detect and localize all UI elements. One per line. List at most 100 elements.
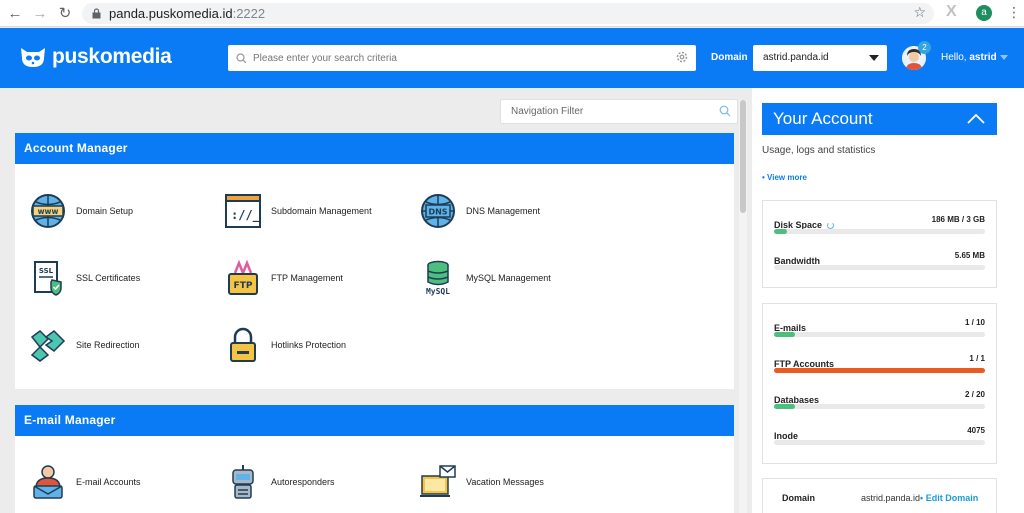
tile-label: Autoresponders <box>271 477 335 487</box>
mysql-database-icon: MySQL <box>419 259 457 297</box>
progress-fill <box>774 368 985 373</box>
progress-bar <box>774 229 985 234</box>
tile-autoresponders[interactable]: Autoresponders <box>224 463 335 501</box>
reload-icon[interactable]: ↻ <box>54 2 76 24</box>
url-port: :2222 <box>232 6 266 21</box>
view-more-link[interactable]: • View more <box>762 173 807 182</box>
svg-text:://_: ://_ <box>231 208 261 223</box>
loading-spinner-icon <box>827 222 835 229</box>
lock-icon <box>92 8 101 19</box>
stat-value: 2 / 20 <box>964 390 985 399</box>
url-host: panda.puskomedia.id <box>109 6 233 21</box>
stat-value: 186 MB / 3 GB <box>931 215 985 224</box>
address-bar[interactable]: panda.puskomedia.id:2222 ☆ <box>82 3 934 24</box>
tile-label: MySQL Management <box>466 273 551 283</box>
tile-dns-management[interactable]: DNS DNS Management <box>419 192 540 230</box>
brand-logo[interactable]: puskomedia <box>18 45 172 69</box>
tile-domain-setup[interactable]: www Domain Setup <box>29 192 133 230</box>
email-manager-title: E-mail Manager <box>15 405 734 436</box>
usage-box: Disk Space 186 MB / 3 GB Bandwidth 5.65 … <box>762 200 997 288</box>
email-manager-panel: E-mail Manager E-mail Accounts Autorespo… <box>15 405 734 513</box>
svg-text:FTP: FTP <box>234 281 253 291</box>
tile-label: Subdomain Management <box>271 206 372 216</box>
tile-email-accounts[interactable]: E-mail Accounts <box>29 463 141 501</box>
svg-text:www: www <box>38 207 59 216</box>
terminal-icon: ://_ <box>224 192 262 230</box>
browser-toolbar: ← → ↻ panda.puskomedia.id:2222 ☆ X a ⋮ <box>0 0 1024 27</box>
domain-info-row: Domain astrid.panda.id• Edit Domain <box>762 478 997 513</box>
brand-name: puskomedia <box>52 45 172 68</box>
greeting-prefix: Hello, <box>941 52 967 63</box>
progress-bar <box>774 265 985 270</box>
domain-info-value: astrid.panda.id• Edit Domain <box>861 493 978 503</box>
tile-ssl-certificates[interactable]: SSL SSL Certificates <box>29 259 140 297</box>
stat-emails: E-mails 1 / 10 <box>774 318 985 337</box>
search-icon <box>719 105 731 117</box>
domain-select[interactable]: astrid.panda.id <box>753 45 887 71</box>
caret-down-icon <box>869 55 879 61</box>
tile-label: DNS Management <box>466 206 541 216</box>
redirect-arrows-icon <box>29 326 67 364</box>
bookmark-star-icon[interactable]: ☆ <box>913 4 926 21</box>
tile-label: FTP Management <box>271 273 343 283</box>
stat-inode: Inode 4075 <box>774 426 985 445</box>
main-scrollbar-thumb[interactable] <box>740 100 746 213</box>
tile-label: Hotlinks Protection <box>271 340 347 350</box>
stat-disk-space: Disk Space 186 MB / 3 GB <box>774 215 985 234</box>
menu-kebab-icon[interactable]: ⋮ <box>1007 4 1021 21</box>
back-arrow-icon[interactable]: ← <box>4 2 26 24</box>
stat-value: 5.65 MB <box>954 251 985 260</box>
progress-bar <box>774 368 985 373</box>
stat-value: 4075 <box>967 426 985 435</box>
edit-domain-link[interactable]: • Edit Domain <box>920 493 978 503</box>
progress-fill <box>774 332 796 337</box>
ssl-certificate-icon: SSL <box>29 259 67 297</box>
tile-label: Site Redirection <box>76 340 140 350</box>
search-icon <box>236 52 247 63</box>
extension-x-icon[interactable]: X <box>946 3 957 21</box>
www-globe-icon: www <box>29 192 67 230</box>
chevron-up-icon[interactable] <box>967 114 985 124</box>
domain-info-name: astrid.panda.id <box>861 493 921 503</box>
navigation-filter-placeholder: Navigation Filter <box>511 106 584 117</box>
progress-bar <box>774 332 985 337</box>
progress-bar <box>774 440 985 445</box>
navigation-filter-input[interactable]: Navigation Filter <box>500 99 738 124</box>
greeting-user: astrid <box>969 52 997 63</box>
tile-label: Vacation Messages <box>466 477 544 487</box>
your-account-header[interactable]: Your Account <box>762 103 997 135</box>
panda-logo-icon <box>21 48 45 67</box>
gear-icon[interactable] <box>675 50 689 64</box>
tile-vacation-messages[interactable]: Vacation Messages <box>419 463 544 501</box>
progress-fill <box>774 229 787 234</box>
robot-icon <box>224 463 262 501</box>
domain-info-label: Domain <box>782 493 816 503</box>
svg-text:DNS: DNS <box>428 208 447 217</box>
svg-text:SSL: SSL <box>39 267 54 275</box>
tile-label: Domain Setup <box>76 206 134 216</box>
stat-bandwidth: Bandwidth 5.65 MB <box>774 251 985 270</box>
padlock-icon <box>224 326 262 364</box>
tile-subdomain-management[interactable]: ://_ Subdomain Management <box>224 192 372 230</box>
search-box[interactable] <box>228 45 696 71</box>
account-manager-panel: Account Manager www Domain Setup ://_ Su… <box>15 133 734 389</box>
email-user-icon <box>29 463 67 501</box>
user-greeting[interactable]: Hello, astrid <box>941 52 997 63</box>
tile-site-redirection[interactable]: Site Redirection <box>29 326 140 364</box>
stat-value: 1 / 10 <box>964 318 985 327</box>
ftp-icon: FTP <box>224 259 262 297</box>
limits-box: E-mails 1 / 10 FTP Accounts 1 / 1 Databa… <box>762 303 997 464</box>
vacation-laptop-icon <box>419 463 457 501</box>
account-manager-title: Account Manager <box>15 133 734 164</box>
svg-text:MySQL: MySQL <box>426 287 450 296</box>
stat-ftp-accounts: FTP Accounts 1 / 1 <box>774 354 985 373</box>
tile-ftp-management[interactable]: FTP FTP Management <box>224 259 343 297</box>
tile-hotlinks-protection[interactable]: Hotlinks Protection <box>224 326 346 364</box>
forward-arrow-icon[interactable]: → <box>29 2 51 24</box>
tile-mysql-management[interactable]: MySQL MySQL Management <box>419 259 551 297</box>
progress-fill <box>774 404 796 409</box>
user-menu-caret-icon[interactable] <box>1000 55 1008 60</box>
notification-badge[interactable]: 2 <box>918 41 931 54</box>
search-input[interactable] <box>253 52 673 64</box>
profile-avatar[interactable]: a <box>976 5 992 21</box>
